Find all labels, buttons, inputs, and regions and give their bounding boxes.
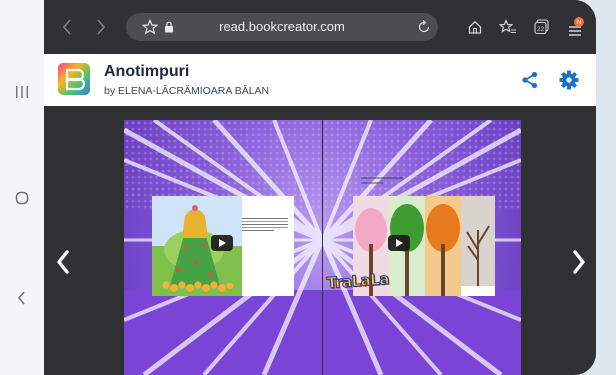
browser-toolbar: read.bookcreator.com 22 N — [44, 0, 596, 54]
right-page: TraLaLa — [320, 120, 521, 375]
book-author: by ELENA-LĂCRĂMIOARA BĂLAN — [104, 85, 270, 97]
recent-apps-button[interactable] — [0, 78, 44, 106]
book-spread: TraLaLa — [124, 120, 521, 375]
play-icon — [396, 239, 403, 247]
favorites-button[interactable] — [496, 14, 520, 40]
home-icon — [468, 20, 482, 34]
share-icon — [522, 71, 538, 89]
tabs-button[interactable]: 22 — [530, 14, 554, 40]
url-text[interactable]: read.bookcreator.com — [126, 19, 438, 34]
home-circle-icon — [15, 191, 29, 205]
chevron-right-icon — [573, 250, 585, 274]
chevron-left-icon — [57, 250, 69, 274]
reload-icon[interactable] — [416, 19, 432, 35]
right-page-background — [320, 120, 521, 375]
menu-button[interactable]: N — [564, 14, 588, 40]
left-video-play-button[interactable] — [211, 235, 233, 251]
tab-count: 22 — [537, 26, 545, 33]
tabs-icon: 22 — [534, 19, 549, 35]
right-video-play-button[interactable] — [388, 235, 410, 251]
share-button[interactable] — [520, 70, 540, 90]
next-page-button[interactable] — [564, 242, 594, 282]
settings-button[interactable] — [558, 69, 580, 91]
back-nav-button[interactable] — [0, 284, 44, 312]
tralala-logo: TraLaLa — [326, 269, 390, 296]
home-nav-button[interactable] — [0, 184, 44, 212]
back-chevron-icon — [18, 291, 25, 305]
book-reader: TraLaLa — [44, 106, 596, 375]
tralala-logo-text: TraLaLa — [326, 269, 390, 293]
screen: read.bookcreator.com 22 N Anotimpuri by … — [44, 0, 596, 375]
star-list-icon — [499, 19, 516, 34]
play-icon — [219, 239, 226, 247]
device-frame: read.bookcreator.com 22 N Anotimpuri by … — [0, 0, 616, 375]
browser-forward-button[interactable] — [90, 14, 112, 40]
left-page-text-block — [242, 216, 288, 233]
chevron-right-icon — [97, 19, 106, 35]
browser-back-button[interactable] — [56, 14, 78, 40]
address-bar[interactable]: read.bookcreator.com — [126, 13, 438, 41]
left-page — [124, 120, 325, 375]
bookcreator-logo-icon — [58, 63, 90, 95]
android-navigation-bar — [0, 0, 44, 375]
app-header: Anotimpuri by ELENA-LĂCRĂMIOARA BĂLAN — [44, 54, 596, 106]
home-button[interactable] — [464, 14, 486, 40]
chevron-left-icon — [62, 19, 71, 35]
recent-apps-icon — [16, 86, 28, 98]
previous-page-button[interactable] — [48, 242, 78, 282]
notification-badge: N — [577, 19, 581, 26]
gear-icon — [559, 70, 579, 90]
menu-icon: N — [569, 17, 584, 36]
book-title: Anotimpuri — [104, 63, 190, 80]
